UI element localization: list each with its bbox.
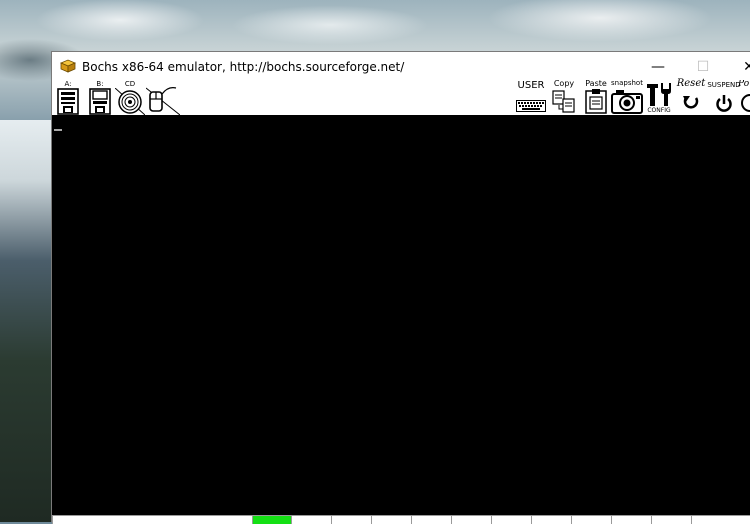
status-segment xyxy=(691,516,750,524)
paste-button[interactable]: Paste xyxy=(582,80,610,115)
status-segment xyxy=(252,516,292,524)
status-segment xyxy=(531,516,572,524)
config-tools-icon xyxy=(647,83,671,106)
status-segment xyxy=(451,516,492,524)
user-button[interactable]: USER xyxy=(515,80,547,115)
status-segment xyxy=(291,516,332,524)
bochs-app-icon xyxy=(60,59,76,73)
status-segment xyxy=(651,516,692,524)
floppy-a-label: A: xyxy=(64,80,72,88)
snapshot-label: snapshot xyxy=(611,79,643,87)
status-segment xyxy=(571,516,612,524)
config-label: CONFIG xyxy=(647,107,671,114)
mouse-icon xyxy=(146,86,180,115)
status-segment xyxy=(371,516,412,524)
window-title: Bochs x86-64 emulator, http://bochs.sour… xyxy=(82,60,405,74)
status-segment xyxy=(331,516,372,524)
toolbar: A: B: CD USER Copy Paste snapshot CONFIG… xyxy=(52,78,750,115)
power-button[interactable]: Po xyxy=(738,80,750,115)
emulator-screen[interactable] xyxy=(52,115,750,515)
floppy-b-button[interactable]: B: xyxy=(88,80,112,115)
suspend-label: SUSPEND xyxy=(707,81,741,89)
clipboard-icon xyxy=(585,89,607,114)
user-label: USER xyxy=(517,80,545,91)
copy-button[interactable]: Copy xyxy=(550,80,578,115)
floppy-b-label: B: xyxy=(96,80,104,88)
status-segment xyxy=(611,516,652,524)
config-button[interactable]: CONFIG xyxy=(644,80,674,115)
status-segment xyxy=(52,516,253,524)
suspend-power-icon xyxy=(716,95,732,112)
paste-label: Paste xyxy=(585,79,607,88)
floppy-a-button[interactable]: A: xyxy=(56,80,80,115)
power-label: Po xyxy=(738,80,750,89)
cdrom-button[interactable]: CD xyxy=(115,80,145,115)
bochs-window: Bochs x86-64 emulator, http://bochs.sour… xyxy=(51,51,750,524)
mouse-button[interactable] xyxy=(146,80,180,115)
keyboard-icon xyxy=(516,100,546,112)
reset-button[interactable]: Reset xyxy=(675,78,707,115)
text-cursor xyxy=(54,129,62,131)
floppy-a-icon xyxy=(57,88,79,115)
power-icon xyxy=(741,94,750,112)
snapshot-button[interactable]: snapshot xyxy=(610,80,644,115)
close-button[interactable]: ✕ xyxy=(726,54,750,80)
camera-icon xyxy=(611,90,643,114)
reset-icon xyxy=(683,96,699,109)
copy-icon xyxy=(552,90,575,113)
status-segment xyxy=(491,516,532,524)
copy-label: Copy xyxy=(553,79,575,88)
minimize-button[interactable]: — xyxy=(635,54,681,80)
maximize-button[interactable]: ☐ xyxy=(680,54,726,80)
reset-label: Reset xyxy=(676,78,706,89)
floppy-b-icon xyxy=(89,88,111,115)
title-bar[interactable]: Bochs x86-64 emulator, http://bochs.sour… xyxy=(52,52,750,82)
status-bar xyxy=(52,515,750,524)
status-segment xyxy=(411,516,452,524)
wallpaper-mountain xyxy=(0,120,52,522)
cdrom-label: CD xyxy=(124,80,136,88)
suspend-button[interactable]: SUSPEND xyxy=(707,80,741,115)
cdrom-icon xyxy=(115,88,145,115)
